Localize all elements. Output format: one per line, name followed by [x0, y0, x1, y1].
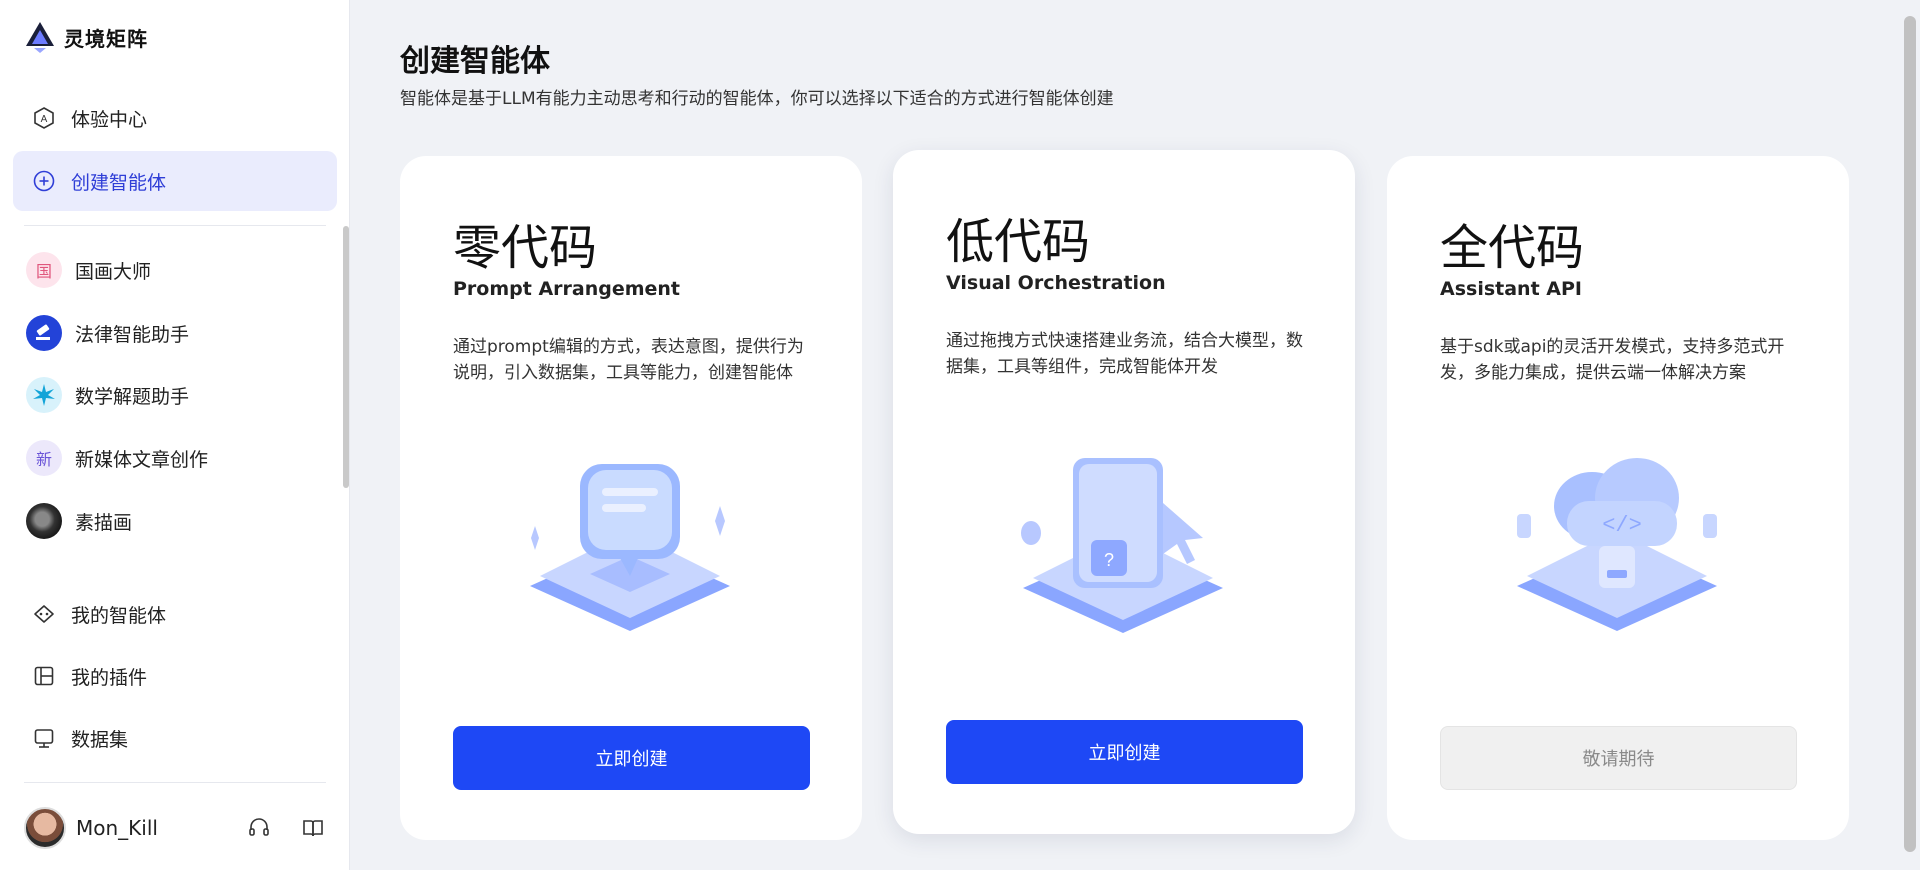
nav-item-label: 体验中心	[71, 108, 148, 131]
nav-item-label: 我的插件	[71, 666, 148, 689]
card-full-code: 全代码 Assistant API 基于sdk或api的灵活开发模式，支持多范式…	[1387, 156, 1849, 840]
agent-item[interactable]: 新 新媒体文章创作	[26, 433, 208, 483]
nav-item-dataset[interactable]: 数据集	[13, 708, 337, 768]
nav-item-label: 创建智能体	[71, 171, 167, 194]
drag-cursor-illustration: ?	[1021, 458, 1223, 633]
card-title: 全代码	[1440, 220, 1585, 276]
divider	[24, 225, 326, 226]
plus-circle-icon	[30, 167, 58, 195]
card-description: 通过prompt编辑的方式，表达意图，提供行为说明，引入数据集，工具等能力，创建…	[453, 337, 804, 383]
page-scrollbar[interactable]	[1904, 16, 1916, 852]
sidebar: 灵境矩阵 A 体验中心 创建智能体 国 国画大师 法律智能助手 数学解题助手 新…	[0, 0, 350, 870]
compass-icon: A	[30, 104, 58, 132]
sketch-avatar	[26, 503, 62, 539]
divider	[24, 782, 326, 783]
nav-item-create-agent[interactable]: 创建智能体	[13, 151, 337, 211]
brand-name: 灵境矩阵	[64, 26, 148, 51]
agent-label: 国画大师	[75, 260, 152, 283]
starburst-icon	[26, 377, 62, 413]
chat-bubble-illustration	[530, 464, 730, 631]
avatar[interactable]	[24, 807, 66, 849]
nav-item-label: 我的智能体	[71, 604, 167, 627]
coming-soon-button: 敬请期待	[1440, 726, 1797, 790]
plugin-icon	[30, 662, 58, 690]
dataset-icon	[30, 724, 58, 752]
card-description: 通过拖拽方式快速搭建业务流，结合大模型，数据集，工具等组件，完成智能体开发	[946, 331, 1303, 377]
agent-item[interactable]: 国 国画大师	[26, 245, 151, 295]
agent-avatar: 新	[26, 440, 62, 476]
create-low-code-button[interactable]: 立即创建	[946, 720, 1303, 784]
gavel-icon	[26, 315, 62, 351]
logo-icon	[26, 22, 54, 53]
agent-item[interactable]: 数学解题助手	[26, 370, 189, 420]
agent-item[interactable]: 素描画	[26, 496, 132, 546]
nav-item-my-agents[interactable]: 我的智能体	[13, 584, 337, 644]
book-icon[interactable]	[300, 815, 326, 841]
cloud-code-illustration: </>	[1517, 458, 1717, 631]
card-subtitle: Assistant API	[1440, 278, 1582, 300]
nav-item-my-plugins[interactable]: 我的插件	[13, 646, 337, 706]
user-tools	[246, 815, 326, 841]
user-profile: Mon_Kill	[24, 800, 326, 856]
card-subtitle: Prompt Arrangement	[453, 278, 681, 300]
agent-label: 素描画	[75, 511, 133, 534]
card-title: 零代码	[453, 220, 598, 276]
agent-label: 数学解题助手	[75, 385, 190, 408]
agent-avatar: 国	[26, 252, 62, 288]
svg-text:A: A	[41, 114, 48, 125]
robot-icon	[30, 600, 58, 628]
sidebar-scrollbar[interactable]	[343, 226, 349, 488]
svg-text:?: ?	[1104, 550, 1114, 570]
user-name[interactable]: Mon_Kill	[76, 816, 158, 840]
svg-text:</>: </>	[1602, 513, 1642, 538]
page-subtitle: 智能体是基于LLM有能力主动思考和行动的智能体，你可以选择以下适合的方式进行智能…	[400, 89, 1114, 109]
agent-item[interactable]: 法律智能助手	[26, 308, 189, 358]
brand-logo[interactable]: 灵境矩阵	[24, 20, 148, 54]
card-low-code: 低代码 Visual Orchestration 通过拖拽方式快速搭建业务流，结…	[893, 150, 1355, 834]
card-zero-code: 零代码 Prompt Arrangement 通过prompt编辑的方式，表达意…	[400, 156, 862, 840]
nav-item-experience-center[interactable]: A 体验中心	[13, 88, 337, 148]
card-title: 低代码	[946, 214, 1091, 270]
create-zero-code-button[interactable]: 立即创建	[453, 726, 810, 790]
nav-item-label: 数据集	[71, 728, 129, 751]
agent-label: 新媒体文章创作	[75, 448, 209, 471]
card-description: 基于sdk或api的灵活开发模式，支持多范式开发，多能力集成，提供云端一体解决方…	[1440, 337, 1785, 383]
card-subtitle: Visual Orchestration	[946, 272, 1166, 294]
agent-label: 法律智能助手	[75, 323, 190, 346]
page-title: 创建智能体	[400, 44, 550, 79]
headset-icon[interactable]	[246, 815, 272, 841]
